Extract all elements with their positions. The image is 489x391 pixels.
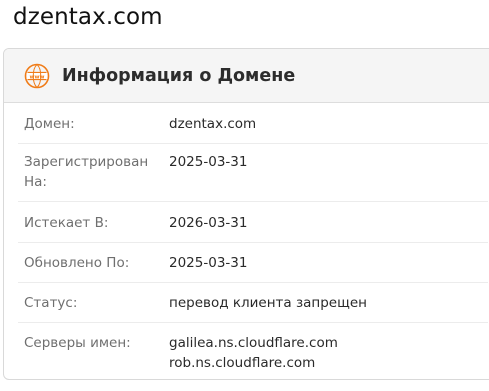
nameserver-1: galilea.ns.cloudflare.com (169, 335, 338, 351)
domain-info-list: Домен: dzentax.com Зарегистрирован На: 2… (4, 103, 489, 379)
row-value: galilea.ns.cloudflare.com rob.ns.cloudfl… (169, 333, 338, 379)
row-expires: Истекает В: 2026-03-31 (18, 202, 488, 243)
row-value: перевод клиента запрещен (169, 295, 367, 311)
row-value: 2025-03-31 (169, 255, 248, 271)
card-header: www Информация о Домене (4, 49, 489, 103)
row-domain: Домен: dzentax.com (18, 103, 488, 144)
svg-text:www: www (30, 74, 45, 80)
www-globe-icon: www (24, 63, 50, 89)
card-title: Информация о Домене (62, 65, 296, 86)
row-label: Статус: (24, 295, 78, 311)
row-value: 2026-03-31 (169, 215, 248, 231)
page: dzentax.com www Информация о Домене Доме… (0, 0, 489, 391)
row-label: Домен: (24, 116, 75, 132)
nameserver-2: rob.ns.cloudflare.com (169, 355, 316, 371)
row-status: Статус: перевод клиента запрещен (18, 283, 488, 323)
row-registered: Зарегистрирован На: 2025-03-31 (18, 144, 488, 202)
domain-info-card: www Информация о Домене Домен: dzentax.c… (3, 48, 489, 380)
row-nameservers: Серверы имен: galilea.ns.cloudflare.com … (18, 323, 488, 379)
row-label: Зарегистрирован На: (24, 154, 149, 190)
row-value: 2025-03-31 (169, 154, 248, 170)
row-label: Обновлено По: (24, 255, 130, 271)
site-title: dzentax.com (13, 4, 163, 30)
row-label: Серверы имен: (24, 335, 131, 351)
row-label: Истекает В: (24, 215, 109, 231)
row-updated: Обновлено По: 2025-03-31 (18, 243, 488, 283)
row-value: dzentax.com (169, 116, 257, 132)
